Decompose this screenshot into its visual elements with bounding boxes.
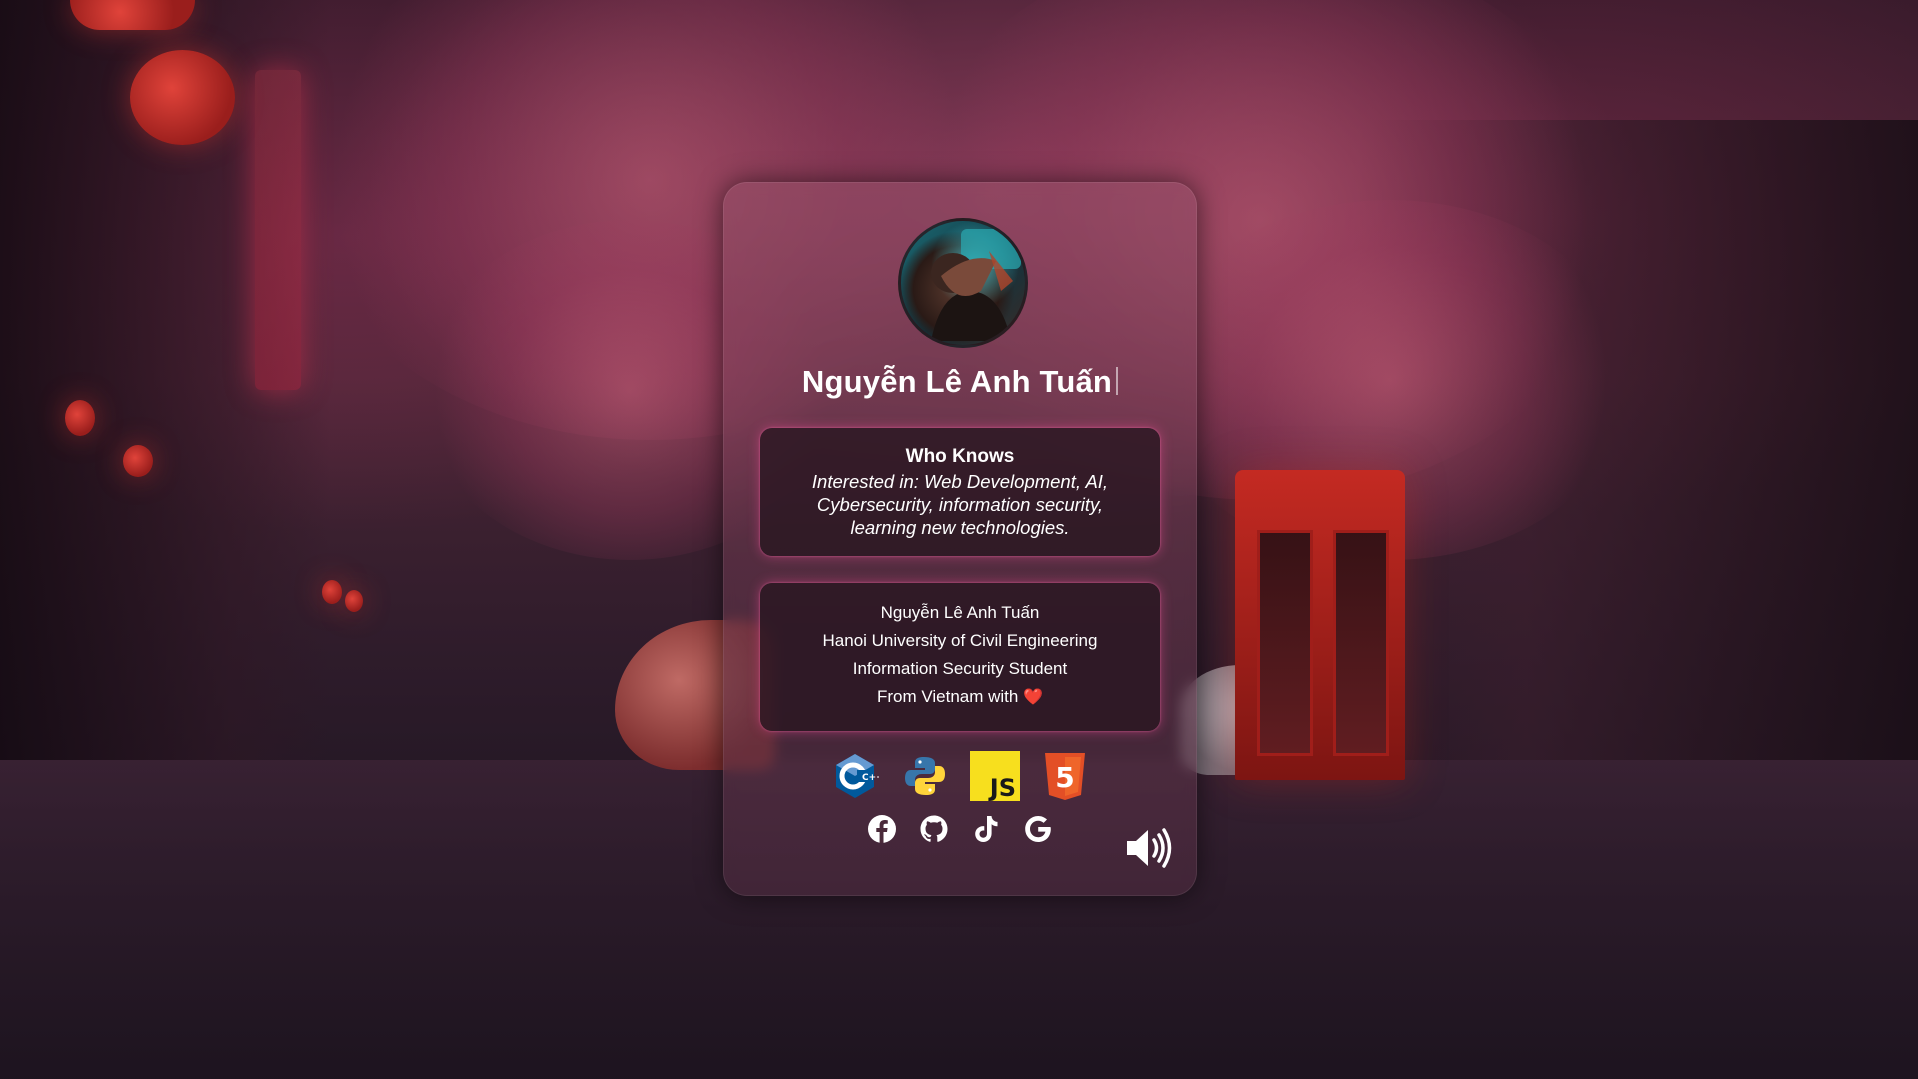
info-origin-text: From Vietnam with — [876, 687, 1019, 706]
about-box: Who Knows Interested in: Web Development… — [760, 428, 1160, 556]
lantern — [65, 400, 95, 436]
python-icon — [900, 751, 950, 801]
background-scene: Nguyễn Lê Anh Tuấn Who Knows Interested … — [0, 0, 1918, 1079]
red-phone-booth — [1235, 470, 1405, 780]
tech-stack-row: C++ JS — [723, 751, 1197, 801]
building-left — [0, 0, 330, 760]
about-title: Who Knows — [905, 446, 1015, 467]
info-name: Nguyễn Lê Anh Tuấn — [880, 603, 1040, 622]
cpp-icon-label: C++ — [862, 773, 879, 783]
facebook-icon[interactable] — [867, 814, 897, 844]
about-description: Interested in: Web Development, AI, Cybe… — [811, 471, 1109, 538]
info-origin: From Vietnam with ❤️ — [760, 683, 1160, 712]
phone-booth-window — [1333, 530, 1389, 756]
info-box: Nguyễn Lê Anh Tuấn Hanoi University of C… — [760, 583, 1160, 731]
lantern — [70, 0, 195, 30]
info-role: Information Security Student — [852, 659, 1068, 678]
javascript-icon-label: JS — [988, 774, 1016, 801]
github-icon[interactable] — [919, 814, 949, 844]
lantern — [322, 580, 342, 604]
profile-name-text: Nguyễn Lê Anh Tuấn — [801, 364, 1113, 399]
lantern — [123, 445, 153, 477]
parked-car-white — [1180, 665, 1330, 775]
javascript-icon: JS — [970, 751, 1020, 801]
profile-name: Nguyễn Lê Anh Tuấn — [723, 364, 1197, 400]
profile-card: Nguyễn Lê Anh Tuấn Who Knows Interested … — [723, 182, 1197, 896]
html5-icon-label: 5 — [1055, 761, 1074, 794]
typing-cursor — [1116, 367, 1119, 395]
neon-sign — [255, 70, 301, 390]
cpp-icon: C++ — [830, 751, 880, 801]
lantern — [130, 50, 235, 145]
lantern — [345, 590, 363, 612]
phone-booth-window — [1257, 530, 1313, 756]
avatar-photo-icon — [931, 229, 1021, 341]
html5-icon: 5 — [1040, 751, 1090, 801]
building-right — [1358, 120, 1918, 760]
google-icon[interactable] — [1023, 814, 1053, 844]
cherry-blossom-tree — [1150, 200, 1630, 560]
volume-icon[interactable] — [1124, 827, 1174, 869]
tiktok-icon[interactable] — [971, 814, 1001, 844]
avatar — [898, 218, 1028, 348]
info-university: Hanoi University of Civil Engineering — [822, 631, 1098, 650]
heart-icon: ❤️ — [1023, 689, 1044, 706]
